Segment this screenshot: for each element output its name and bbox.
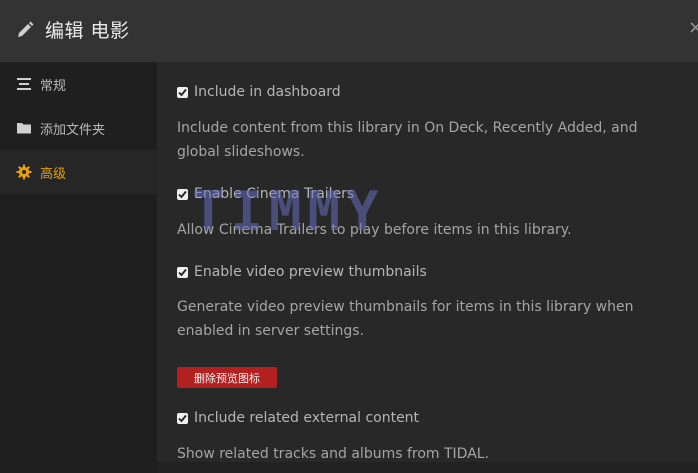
dialog-footer <box>157 462 698 473</box>
setting-description: Generate video preview thumbnails for it… <box>177 299 634 339</box>
dialog-title: 编辑 电影 <box>45 20 130 42</box>
setting-label[interactable]: Enable Cinema Trailers <box>194 186 354 202</box>
pencil-icon <box>18 21 34 37</box>
setting-label[interactable]: Include related external content <box>194 410 419 426</box>
sidebar-item-advanced[interactable]: 高级 <box>0 150 157 194</box>
folder-icon <box>17 123 31 134</box>
sidebar-item-label: 高级 <box>40 167 67 182</box>
checkbox[interactable] <box>177 413 188 424</box>
dialog-header: 编辑 电影 × <box>0 0 698 62</box>
sidebar-item-add-folder[interactable]: 添加文件夹 <box>0 106 157 150</box>
sidebar: 常规 添加文件夹 高级 <box>0 62 157 473</box>
gear-icon <box>16 164 32 180</box>
checkbox[interactable] <box>177 189 188 200</box>
settings-panel: Include in dashboard Include content fro… <box>157 62 698 462</box>
sidebar-item-label: 添加文件夹 <box>40 123 106 138</box>
setting-description: Allow Cinema Trailers to play before ite… <box>177 222 572 238</box>
setting-description: Include content from this library in On … <box>177 120 638 160</box>
setting-label[interactable]: Enable video preview thumbnails <box>194 264 427 280</box>
setting-label[interactable]: Include in dashboard <box>194 84 341 100</box>
sidebar-item-general[interactable]: 常规 <box>0 62 157 106</box>
sidebar-item-label: 常规 <box>40 79 67 94</box>
checkbox[interactable] <box>177 87 188 98</box>
delete-preview-thumbnails-button[interactable]: 删除预览图标 <box>177 367 277 388</box>
close-icon[interactable]: × <box>688 17 698 38</box>
checkbox[interactable] <box>177 267 188 278</box>
list-icon <box>17 78 31 90</box>
